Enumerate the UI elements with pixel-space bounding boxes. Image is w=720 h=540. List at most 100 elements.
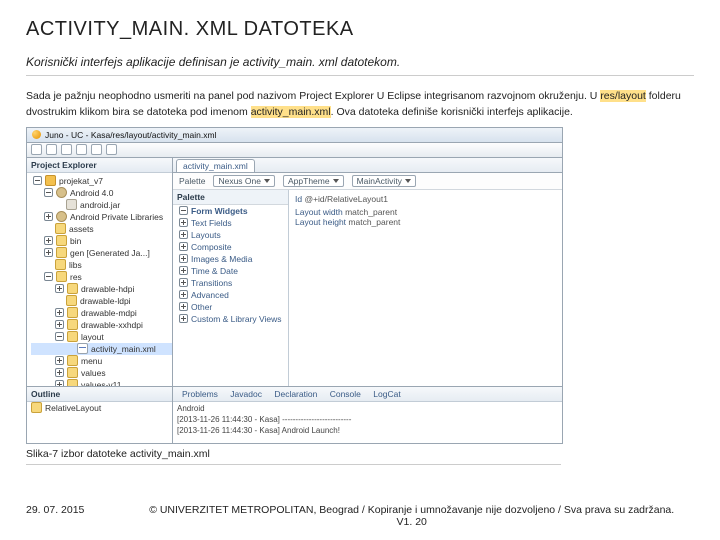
toolbar-button[interactable] bbox=[91, 144, 102, 155]
xml-file-icon bbox=[77, 343, 88, 354]
expand-icon[interactable] bbox=[55, 368, 64, 377]
toolbar-button[interactable] bbox=[106, 144, 117, 155]
eclipse-ide-window: Juno - UC - Kasa/res/layout/activity_mai… bbox=[26, 127, 563, 444]
collapse-icon[interactable] bbox=[44, 272, 53, 281]
tab-javadoc[interactable]: Javadoc bbox=[225, 388, 267, 400]
ide-title-text: Juno - UC - Kasa/res/layout/activity_mai… bbox=[45, 130, 216, 140]
tab-logcat[interactable]: LogCat bbox=[368, 388, 405, 400]
tree-item[interactable]: values bbox=[31, 367, 172, 379]
expand-icon[interactable] bbox=[55, 284, 64, 293]
collapse-icon[interactable] bbox=[44, 188, 53, 197]
editor-tab-activity-main[interactable]: activity_main.xml bbox=[176, 159, 255, 172]
expand-icon[interactable] bbox=[55, 308, 64, 317]
library-icon bbox=[56, 187, 67, 198]
expand-icon[interactable] bbox=[179, 242, 188, 251]
project-icon bbox=[45, 175, 56, 186]
juno-icon bbox=[32, 130, 41, 139]
layout-icon bbox=[31, 402, 42, 413]
folder-icon bbox=[67, 283, 78, 294]
palette-category[interactable]: Other bbox=[173, 301, 288, 313]
footer-date: 29. 07. 2015 bbox=[26, 504, 84, 528]
folder-icon bbox=[67, 355, 78, 366]
expand-icon[interactable] bbox=[179, 254, 188, 263]
footer-copyright: © UNIVERZITET METROPOLITAN, Beograd / Ko… bbox=[149, 504, 674, 516]
tree-item[interactable]: libs bbox=[31, 259, 172, 271]
outline-header: Outline bbox=[27, 387, 172, 402]
expand-icon[interactable] bbox=[179, 278, 188, 287]
palette-category[interactable]: Layouts bbox=[173, 229, 288, 241]
expand-icon[interactable] bbox=[179, 290, 188, 299]
expand-icon[interactable] bbox=[55, 320, 64, 329]
folder-icon bbox=[67, 319, 78, 330]
palette-category[interactable]: Form Widgets bbox=[173, 205, 288, 217]
figure-caption: Slika-7 izbor datoteke activity_main.xml bbox=[26, 448, 561, 465]
tab-console[interactable]: Console bbox=[325, 388, 366, 400]
tree-item[interactable]: values-v11 bbox=[31, 379, 172, 386]
editor-area: activity_main.xml Palette Nexus One AppT… bbox=[173, 158, 562, 386]
tree-item[interactable]: drawable-mdpi bbox=[31, 307, 172, 319]
tree-project[interactable]: projekat_v7 bbox=[31, 175, 172, 187]
page-footer: 29. 07. 2015 © UNIVERZITET METROPOLITAN,… bbox=[0, 504, 720, 528]
tree-item[interactable]: Android 4.0 bbox=[31, 187, 172, 199]
activity-dropdown[interactable]: MainActivity bbox=[352, 175, 416, 187]
expand-icon[interactable] bbox=[44, 236, 53, 245]
expand-icon[interactable] bbox=[179, 218, 188, 227]
expand-icon[interactable] bbox=[55, 356, 64, 365]
expand-icon[interactable] bbox=[179, 230, 188, 239]
project-tree[interactable]: projekat_v7 Android 4.0 android.jar Andr… bbox=[27, 173, 172, 386]
palette-category[interactable]: Composite bbox=[173, 241, 288, 253]
palette-category[interactable]: Text Fields bbox=[173, 217, 288, 229]
tab-problems[interactable]: Problems bbox=[177, 388, 223, 400]
project-explorer-header: Project Explorer bbox=[27, 158, 172, 173]
folder-icon bbox=[56, 247, 67, 258]
tree-item[interactable]: drawable-ldpi bbox=[31, 295, 172, 307]
collapse-icon[interactable] bbox=[33, 176, 42, 185]
toolbar-button[interactable] bbox=[61, 144, 72, 155]
tab-declaration[interactable]: Declaration bbox=[269, 388, 322, 400]
chevron-down-icon bbox=[264, 179, 270, 183]
palette-category[interactable]: Advanced bbox=[173, 289, 288, 301]
palette-category[interactable]: Time & Date bbox=[173, 265, 288, 277]
expand-icon[interactable] bbox=[44, 248, 53, 257]
console-label: Android bbox=[177, 403, 558, 414]
tree-item[interactable]: drawable-xxhdpi bbox=[31, 319, 172, 331]
tree-item[interactable]: Android Private Libraries bbox=[31, 211, 172, 223]
folder-icon bbox=[67, 379, 78, 386]
outline-panel: Outline RelativeLayout bbox=[27, 387, 173, 443]
toolbar-button[interactable] bbox=[46, 144, 57, 155]
tree-item[interactable]: layout bbox=[31, 331, 172, 343]
properties-panel: Id @+id/RelativeLayout1 Layout width mat… bbox=[289, 190, 562, 386]
body-text-1: Sada je pažnju neophodno usmeriti na pan… bbox=[26, 90, 600, 102]
expand-icon[interactable] bbox=[44, 212, 53, 221]
ide-toolbar bbox=[27, 143, 562, 158]
prop-id: @+id/RelativeLayout1 bbox=[304, 194, 388, 204]
expand-icon[interactable] bbox=[179, 314, 188, 323]
device-dropdown[interactable]: Nexus One bbox=[213, 175, 275, 187]
expand-icon[interactable] bbox=[179, 266, 188, 275]
console-line: [2013-11-26 11:44:30 - Kasa] Android Lau… bbox=[177, 425, 558, 436]
theme-dropdown[interactable]: AppTheme bbox=[283, 175, 344, 187]
tree-item[interactable]: res bbox=[31, 271, 172, 283]
tree-item[interactable]: drawable-hdpi bbox=[31, 283, 172, 295]
project-explorer-panel: Project Explorer projekat_v7 Android 4.0… bbox=[27, 158, 173, 386]
collapse-icon[interactable] bbox=[179, 206, 188, 215]
tree-item[interactable]: bin bbox=[31, 235, 172, 247]
outline-item[interactable]: RelativeLayout bbox=[27, 402, 172, 414]
tree-item[interactable]: menu bbox=[31, 355, 172, 367]
tree-item-activity-main[interactable]: activity_main.xml bbox=[31, 343, 172, 355]
prop-layout-width: match_parent bbox=[345, 207, 397, 217]
toolbar-button[interactable] bbox=[31, 144, 42, 155]
palette-category[interactable]: Custom & Library Views bbox=[173, 313, 288, 325]
palette-category[interactable]: Transitions bbox=[173, 277, 288, 289]
collapse-icon[interactable] bbox=[55, 332, 64, 341]
subtitle: Korisnički interfejs aplikacije definisa… bbox=[26, 55, 694, 76]
prop-layout-height: match_parent bbox=[348, 217, 400, 227]
tree-item[interactable]: assets bbox=[31, 223, 172, 235]
expand-icon[interactable] bbox=[55, 380, 64, 386]
tree-item[interactable]: android.jar bbox=[31, 199, 172, 211]
expand-icon[interactable] bbox=[179, 302, 188, 311]
tree-item[interactable]: gen [Generated Ja...] bbox=[31, 247, 172, 259]
palette-category[interactable]: Images & Media bbox=[173, 253, 288, 265]
toolbar-button[interactable] bbox=[76, 144, 87, 155]
footer-version: V1. 20 bbox=[397, 516, 427, 528]
